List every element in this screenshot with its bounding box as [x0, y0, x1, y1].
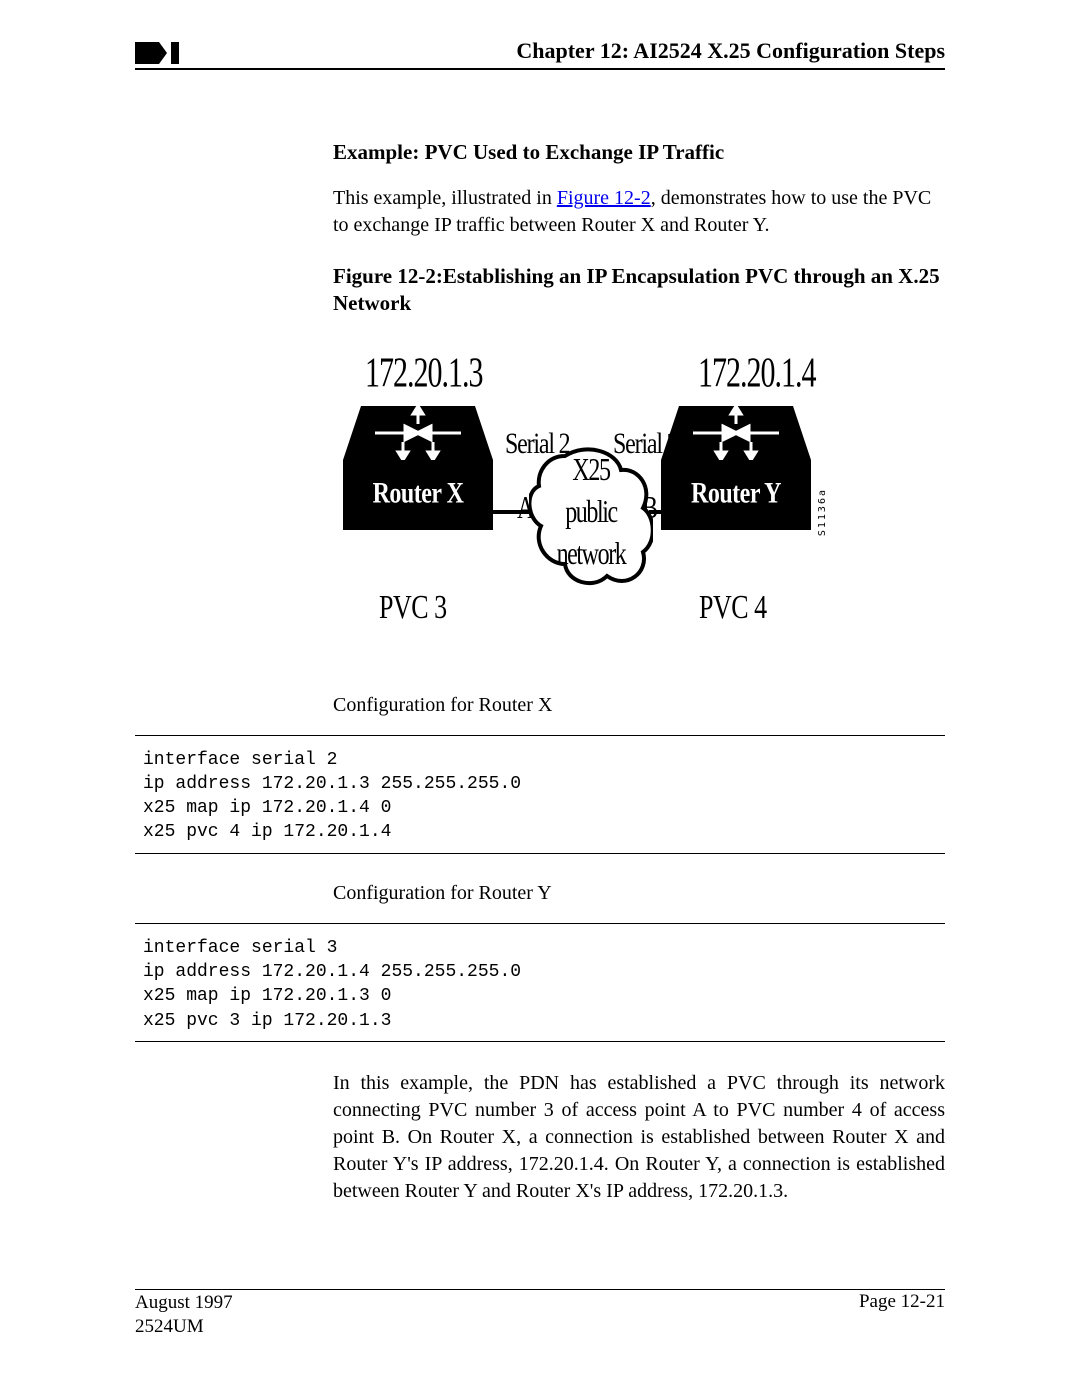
cloud-text-2: public: [529, 496, 653, 531]
ip-right-label: 172.20.1.4: [698, 350, 816, 398]
page: Chapter 12: AI2524 X.25 Configuration St…: [135, 40, 945, 1350]
figure-heading: Figure 12-2:Establishing an IP Encapsula…: [333, 263, 945, 318]
config-y-code: interface serial 3 ip address 172.20.1.4…: [143, 936, 945, 1033]
example-heading: Example: PVC Used to Exchange IP Traffic: [333, 140, 945, 165]
router-y-body: Router Y: [661, 460, 811, 530]
page-header: Chapter 12: AI2524 X.25 Configuration St…: [135, 40, 945, 70]
divider: [135, 853, 945, 854]
cloud-text-3: network: [529, 538, 653, 573]
company-logo-icon: [135, 42, 179, 64]
router-x-body: Router X: [343, 460, 493, 530]
chapter-title: Chapter 12: AI2524 X.25 Configuration St…: [516, 38, 945, 64]
x25-cloud-icon: X25 public network: [529, 446, 653, 594]
connector-line-left: [493, 510, 533, 514]
config-y-label: Configuration for Router Y: [333, 882, 945, 905]
divider: [135, 1041, 945, 1042]
router-x: Router X: [343, 406, 493, 530]
router-y-label: Router Y: [691, 478, 781, 512]
router-x-label: Router X: [373, 478, 464, 512]
content-column: Example: PVC Used to Exchange IP Traffic…: [333, 140, 945, 654]
figure-side-code: S1136a: [817, 488, 828, 536]
pvc-4-label: PVC 4: [699, 588, 767, 627]
intro-paragraph: This example, illustrated in Figure 12-2…: [333, 185, 945, 239]
figure-link[interactable]: Figure 12-2: [557, 187, 651, 209]
router-y-top-icon: [661, 406, 811, 460]
divider: [135, 923, 945, 924]
footer-doc: 2524UM: [135, 1316, 204, 1337]
footer-page: Page 12-21: [859, 1291, 945, 1340]
figure-diagram: 172.20.1.3 172.20.1.4: [343, 354, 863, 654]
footer-left: August 1997 2524UM: [135, 1291, 233, 1340]
config-x-code: interface serial 2 ip address 172.20.1.3…: [143, 748, 945, 845]
intro-text-before: This example, illustrated in: [333, 187, 557, 209]
footer-date: August 1997: [135, 1292, 233, 1313]
pvc-3-label: PVC 3: [379, 588, 447, 627]
router-y: Router Y: [661, 406, 811, 530]
cloud-text-1: X25: [529, 454, 653, 489]
ip-left-label: 172.20.1.3: [365, 350, 483, 398]
page-footer: August 1997 2524UM Page 12-21: [135, 1291, 945, 1340]
closing-paragraph: In this example, the PDN has established…: [333, 1070, 945, 1205]
config-x-label: Configuration for Router X: [333, 694, 945, 717]
router-x-top-icon: [343, 406, 493, 460]
divider: [135, 735, 945, 736]
